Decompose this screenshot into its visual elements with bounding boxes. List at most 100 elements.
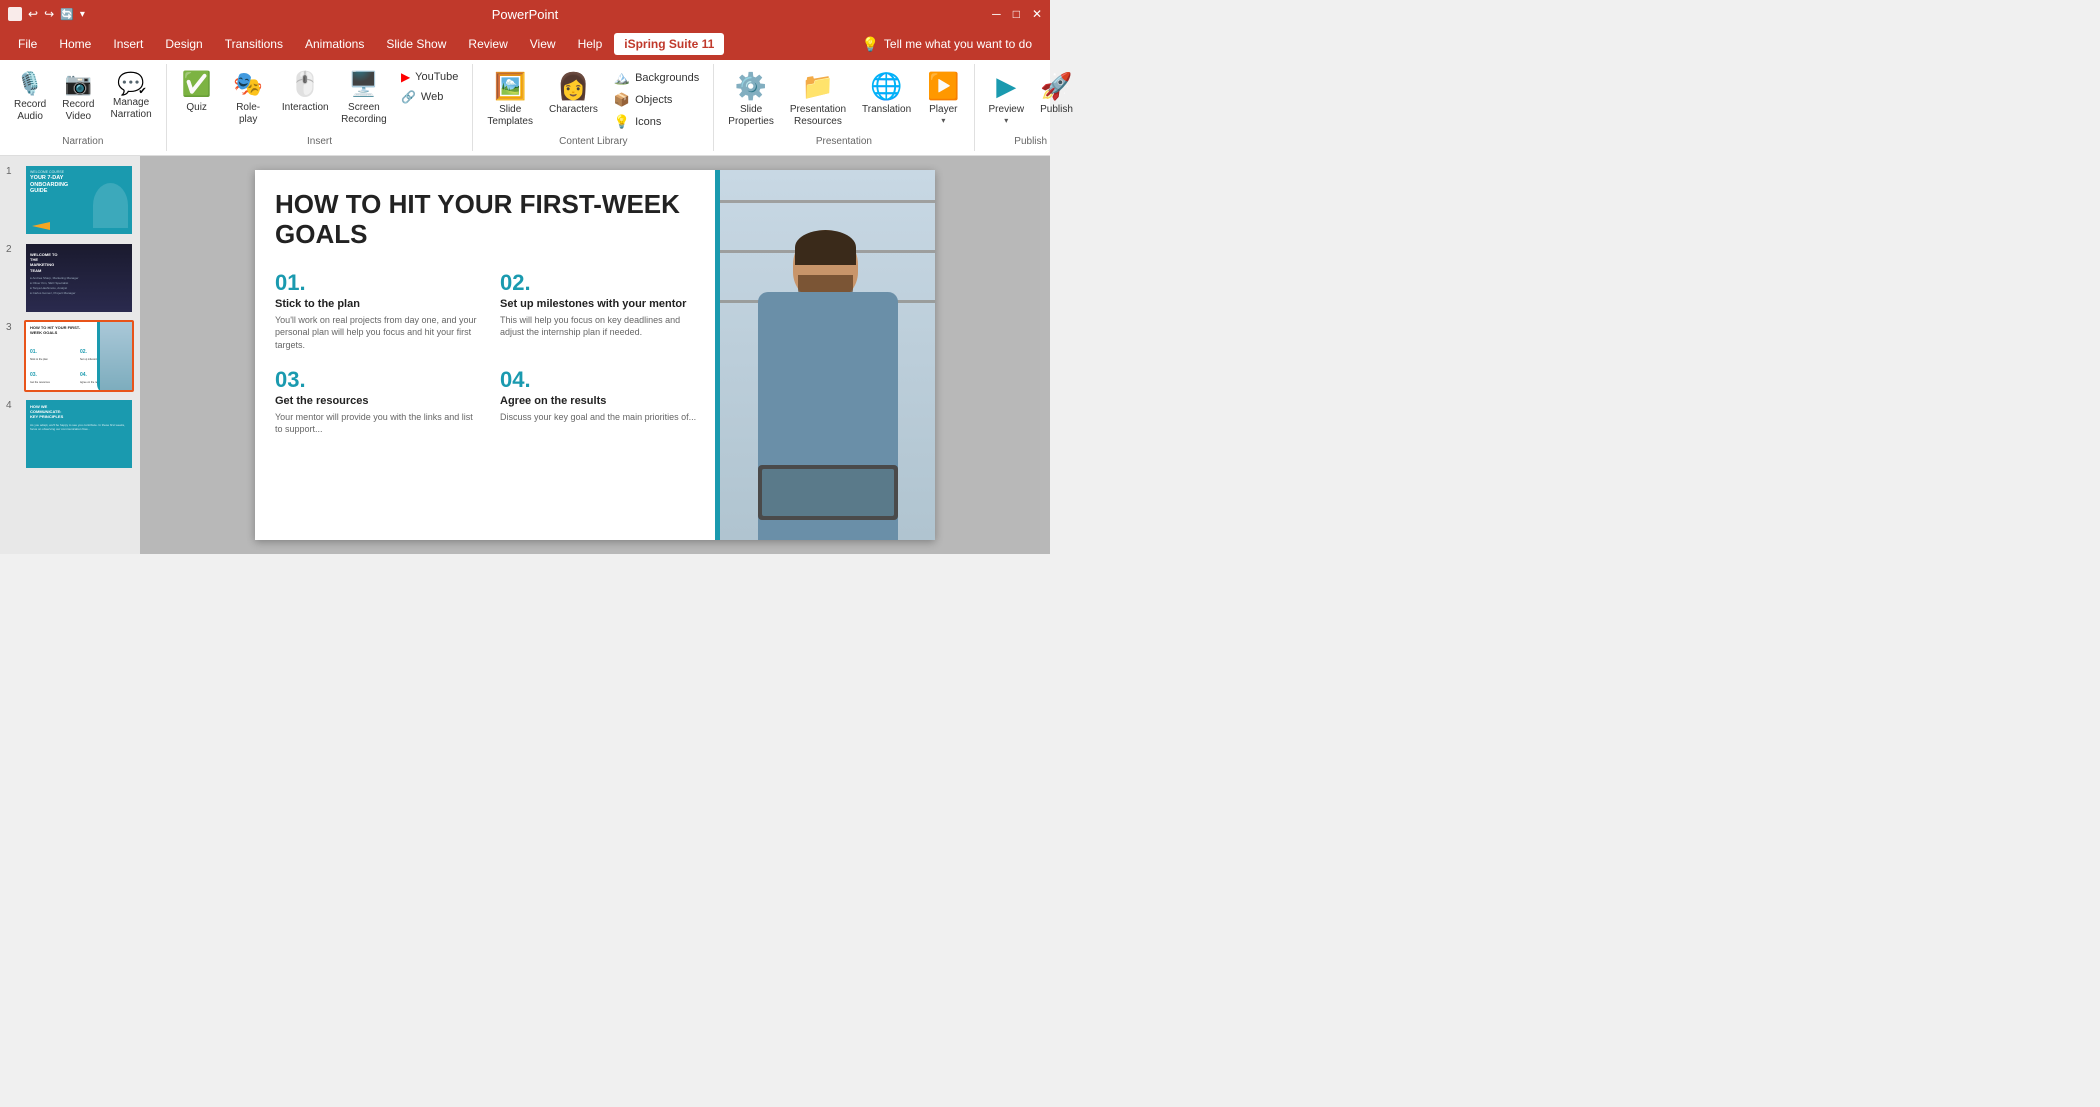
menu-review[interactable]: Review [458,33,517,55]
characters-icon: 👩 [557,71,589,102]
item-2-title: Set up milestones with your mentor [500,298,705,310]
web-btn[interactable]: 🔗 Web [395,88,464,106]
preview-dropdown-icon: ▾ [1004,116,1008,125]
menu-ispring[interactable]: iSpring Suite 11 [614,33,724,55]
menu-home[interactable]: Home [49,33,101,55]
screen-recording-btn[interactable]: 🖥️ ScreenRecording [337,68,391,129]
close-btn[interactable]: ✕ [1032,7,1042,21]
interaction-btn[interactable]: 🖱️ Interaction [278,68,333,117]
icons-label: Icons [635,116,661,128]
player-btn[interactable]: ▶️ Player ▾ [921,68,965,128]
item-2-desc: This will help you focus on key deadline… [500,314,705,339]
insert-items: ✅ Quiz 🎭 Role-play 🖱️ Interaction 🖥️ Scr… [175,68,465,132]
menu-file[interactable]: File [8,33,47,55]
undo-btn[interactable]: ↩ [28,7,38,21]
item-1-desc: You'll work on real projects from day on… [275,314,480,352]
translation-btn[interactable]: 🌐 Translation [856,68,917,119]
manage-narration-label: ManageNarration [111,97,152,121]
menu-help[interactable]: Help [568,33,613,55]
mic-icon: 🎙️ [16,71,43,97]
slide-thumb-2[interactable]: 2 WELCOME TOTHEMARKETINGTEAM ● Andrea Sh… [6,242,134,314]
menu-transitions[interactable]: Transitions [215,33,293,55]
screen-recording-label: ScreenRecording [341,102,387,126]
redo-btn[interactable]: ↪ [44,7,54,21]
record-audio-btn[interactable]: 🎙️ RecordAudio [8,68,52,126]
roleplay-btn[interactable]: 🎭 Role-play [223,68,274,129]
slide-num-1: 1 [6,164,18,177]
record-video-btn[interactable]: 📷 RecordVideo [56,68,100,126]
menu-slideshow[interactable]: Slide Show [376,33,456,55]
repeat-btn[interactable]: 🔄 [60,8,74,21]
slide-thumb-4[interactable]: 4 HOW WECOMMUNICATE:KEY PRINCIPLES As yo… [6,398,134,470]
slide-grid: 01. Stick to the plan You'll work on rea… [275,270,705,436]
slide-properties-btn[interactable]: ⚙️ SlideProperties [722,68,780,131]
ribbon-group-content-library: 🖼️ SlideTemplates 👩 Characters 🏔️ Backgr… [473,64,714,151]
objects-btn[interactable]: 📦 Objects [608,90,705,110]
tell-me-text[interactable]: Tell me what you want to do [884,37,1032,51]
roleplay-icon: 🎭 [233,71,263,100]
youtube-btn[interactable]: ▶ YouTube [395,68,464,86]
record-video-label: RecordVideo [62,99,94,123]
slide-thumb-1[interactable]: 1 WELCOME COURSE YOUR 7-DAYONBOARDINGGUI… [6,164,134,236]
youtube-icon: ▶ [401,70,410,84]
menu-bar: File Home Insert Design Transitions Anim… [0,28,1050,60]
presentation-resources-icon: 📁 [802,71,834,102]
slide-img-4[interactable]: HOW WECOMMUNICATE:KEY PRINCIPLES As you … [24,398,134,470]
quiz-btn[interactable]: ✅ Quiz [175,68,219,117]
backgrounds-btn[interactable]: 🏔️ Backgrounds [608,68,705,88]
minimize-btn[interactable]: ─ [992,7,1001,21]
characters-btn[interactable]: 👩 Characters [543,68,604,119]
item-2-num: 02. [500,270,705,296]
backgrounds-icon: 🏔️ [614,70,630,86]
interaction-icon: 🖱️ [290,71,320,100]
screen-recording-icon: 🖥️ [349,71,379,100]
ribbon-group-publish: ▶ Preview ▾ 🚀 Publish Publish [975,64,1087,151]
icons-btn[interactable]: 💡 Icons [608,112,705,132]
record-audio-label: RecordAudio [14,99,46,123]
slide-templates-btn[interactable]: 🖼️ SlideTemplates [481,68,539,131]
slide-img-3[interactable]: HOW TO HIT YOUR FIRST-WEEK GOALS 01.Stic… [24,320,134,392]
item-4-num: 04. [500,367,705,393]
presentation-resources-btn[interactable]: 📁 PresentationResources [784,68,852,131]
slide-num-2: 2 [6,242,18,255]
slide-thumb-3[interactable]: 3 HOW TO HIT YOUR FIRST-WEEK GOALS 01.St… [6,320,134,392]
qat-dropdown[interactable]: ▾ [80,9,85,20]
youtube-label: YouTube [415,71,458,83]
presentation-items: ⚙️ SlideProperties 📁 PresentationResourc… [722,68,965,132]
title-bar-controls[interactable]: ↩ ↪ 🔄 ▾ [8,7,85,21]
preview-btn[interactable]: ▶ Preview ▾ [983,68,1031,128]
ribbon-group-narration: 🎙️ RecordAudio 📷 RecordVideo 💬 ✔ ManageN… [0,64,167,151]
person-area [738,230,918,540]
slide-num-3: 3 [6,320,18,333]
menu-animations[interactable]: Animations [295,33,374,55]
publish-icon: 🚀 [1040,71,1072,102]
objects-label: Objects [635,94,672,106]
tell-me-area[interactable]: 💡 Tell me what you want to do [851,32,1042,57]
interaction-label: Interaction [282,102,329,114]
slide-img-2[interactable]: WELCOME TOTHEMARKETINGTEAM ● Andrea Shar… [24,242,134,314]
slide-img-1[interactable]: WELCOME COURSE YOUR 7-DAYONBOARDINGGUIDE [24,164,134,236]
slide-properties-label: SlideProperties [728,104,774,128]
slide-item-3: 03. Get the resources Your mentor will p… [275,367,480,436]
main-slide-area[interactable]: HOW TO HIT YOUR FIRST-WEEK GOALS 01. Sti… [140,156,1050,554]
manage-narration-btn[interactable]: 💬 ✔ ManageNarration [105,68,158,124]
slide-photo-area [720,170,935,540]
s2-item3: ● Tanya Hashimoto, Analyst [30,286,128,290]
s3-photo [100,322,132,392]
slide-num-4: 4 [6,398,18,411]
slide-bg-1: WELCOME COURSE YOUR 7-DAYONBOARDINGGUIDE [26,166,132,234]
s2-item4: ● Carlos Gomez, Project Manager [30,291,128,295]
s2-list: ● Andrea Sharp, Marketing Manager ● Oliv… [30,276,128,295]
backgrounds-label: Backgrounds [635,72,699,84]
item-3-desc: Your mentor will provide you with the li… [275,411,480,436]
publish-btn[interactable]: 🚀 Publish [1034,68,1079,119]
content-library-group-title: Content Library [559,132,627,147]
menu-view[interactable]: View [520,33,566,55]
item-1-title: Stick to the plan [275,298,480,310]
library-extras-col: 🏔️ Backgrounds 📦 Objects 💡 Icons [608,68,705,132]
menu-design[interactable]: Design [155,33,212,55]
menu-insert[interactable]: Insert [103,33,153,55]
maximize-btn[interactable]: □ [1013,7,1020,21]
slide-canvas[interactable]: HOW TO HIT YOUR FIRST-WEEK GOALS 01. Sti… [255,170,935,540]
lightbulb-icon: 💡 [861,36,878,53]
